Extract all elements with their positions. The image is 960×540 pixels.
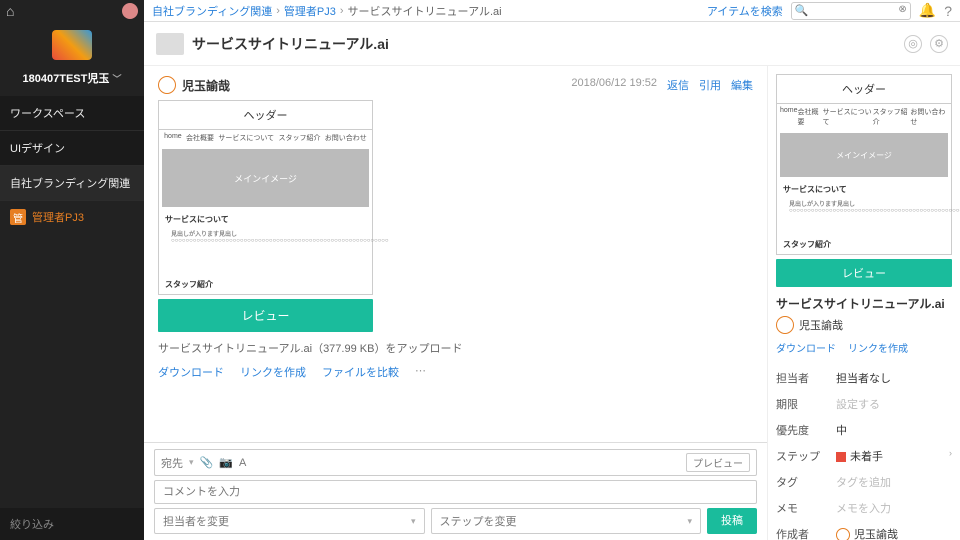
preview-thumbnail[interactable]: ヘッダー home会社概要サービスについてスタッフ紹介お問い合わせ メインイメー…: [158, 100, 373, 295]
attach-icon[interactable]: 📎: [200, 456, 214, 469]
submit-button[interactable]: 投稿: [707, 508, 757, 534]
detail-review-button[interactable]: レビュー: [776, 259, 952, 287]
upload-info: サービスサイトリニューアル.ai（377.99 KB）をアップロード: [158, 340, 753, 356]
create-link-link[interactable]: リンクを作成: [240, 364, 306, 380]
user-avatar[interactable]: [122, 3, 138, 19]
quote-link[interactable]: 引用: [699, 77, 721, 93]
detail-author-name: 児玉諭哉: [799, 317, 843, 333]
dest-label[interactable]: 宛先: [161, 455, 183, 471]
camera-icon[interactable]: 📷: [219, 456, 233, 469]
chevron-right-icon: ›: [949, 448, 952, 464]
breadcrumb-3: サービスサイトリニューアル.ai: [348, 3, 502, 19]
meta-assignee[interactable]: 担当者なし: [836, 370, 891, 386]
preview-button[interactable]: プレビュー: [686, 453, 750, 472]
file-icon: [156, 33, 184, 55]
detail-thumbnail[interactable]: ヘッダー home会社概要サービスについてスタッフ紹介お問い合わせ メインイメー…: [776, 74, 952, 255]
workspace-logo: [52, 30, 92, 60]
chevron-down-icon: ﹀: [112, 74, 121, 84]
comment-input[interactable]: [154, 480, 757, 504]
search-icon: 🔍: [795, 4, 809, 17]
sidebar-subitem-pj3[interactable]: 管 管理者PJ3: [0, 201, 144, 233]
compare-link[interactable]: ファイルを比較: [322, 364, 399, 380]
author-name: 児玉諭哉: [182, 77, 230, 94]
title-bar: サービスサイトリニューアル.ai ◎ ⚙: [144, 22, 960, 66]
review-button[interactable]: レビュー: [158, 299, 373, 332]
edit-link[interactable]: 編集: [731, 77, 753, 93]
meta-tag[interactable]: タグを追加: [836, 474, 891, 490]
meta-memo[interactable]: メモを入力: [836, 500, 891, 516]
sidebar-filter[interactable]: 絞り込み: [0, 508, 144, 540]
assignee-select[interactable]: 担当者を変更▾: [154, 508, 425, 534]
chevron-down-icon: ▾: [189, 457, 194, 468]
composer: 宛先 ▾ 📎 📷 A プレビュー 担当者を変更▾ ステップを変更▾ 投稿: [144, 442, 767, 540]
bell-icon[interactable]: 🔔: [919, 2, 936, 19]
home-icon[interactable]: ⌂: [6, 3, 14, 19]
topbar: 自社ブランディング関連 › 管理者PJ3 › サービスサイトリニューアル.ai …: [144, 0, 960, 22]
meta-creator: 児玉諭哉: [836, 526, 898, 540]
detail-createlink-link[interactable]: リンクを作成: [848, 340, 908, 355]
more-icon[interactable]: ⋯: [415, 364, 426, 380]
detail-title: サービスサイトリニューアル.ai: [776, 295, 952, 312]
step-select[interactable]: ステップを変更▾: [431, 508, 702, 534]
meta-due[interactable]: 設定する: [836, 396, 880, 412]
sidebar: ⌂ 180407TEST児玉 ﹀ ワークスペース UIデザイン 自社ブランディン…: [0, 0, 144, 540]
download-link[interactable]: ダウンロード: [158, 364, 224, 380]
post-timestamp: 2018/06/12 19:52: [571, 77, 657, 93]
search-input[interactable]: [791, 2, 911, 20]
sidebar-item-branding[interactable]: 自社ブランディング関連: [0, 166, 144, 201]
search-items-link[interactable]: アイテムを検索: [707, 3, 783, 19]
search-box: 🔍 ⊗: [791, 2, 911, 20]
detail-panel: ヘッダー home会社概要サービスについてスタッフ紹介お問い合わせ メインイメー…: [768, 66, 960, 540]
page-title: サービスサイトリニューアル.ai: [192, 34, 389, 54]
text-icon[interactable]: A: [239, 457, 246, 469]
target-icon[interactable]: ◎: [904, 35, 922, 53]
sidebar-item-uidesign[interactable]: UIデザイン: [0, 131, 144, 166]
clear-icon[interactable]: ⊗: [898, 4, 906, 15]
detail-download-link[interactable]: ダウンロード: [776, 340, 836, 355]
post: 児玉諭哉 2018/06/12 19:52 返信 引用 編集 ヘッダー home…: [144, 66, 767, 442]
gear-icon[interactable]: ⚙: [930, 35, 948, 53]
help-icon[interactable]: ?: [944, 3, 952, 19]
meta-priority[interactable]: 中: [836, 422, 847, 438]
status-dot-icon: [836, 452, 846, 462]
detail-author-avatar: [776, 316, 794, 334]
meta-step[interactable]: 未着手: [836, 448, 883, 464]
breadcrumb-1[interactable]: 自社ブランディング関連: [152, 3, 272, 19]
author-avatar: [158, 76, 176, 94]
project-badge: 管: [10, 209, 26, 225]
workspace-name[interactable]: 180407TEST児玉 ﹀: [0, 64, 144, 96]
breadcrumb-2[interactable]: 管理者PJ3: [284, 3, 336, 19]
sidebar-item-workspace[interactable]: ワークスペース: [0, 96, 144, 131]
reply-link[interactable]: 返信: [667, 77, 689, 93]
